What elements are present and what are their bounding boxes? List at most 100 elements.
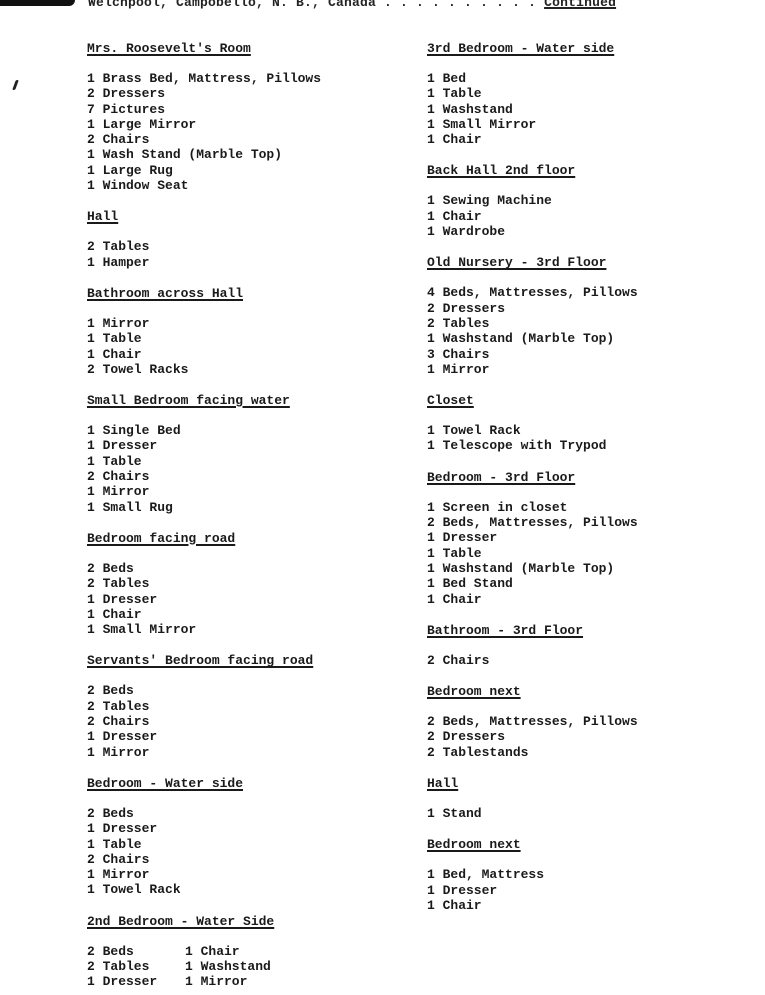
- inventory-item: 1 Dresser: [87, 438, 158, 454]
- inventory-item: 2 Beds, Mattresses, Pillows: [427, 515, 638, 531]
- item-list: 1 Screen in closet 2 Beds, Mattresses, Pi…: [427, 500, 757, 607]
- item-list: 1 Bed, Mattress 1 Dresser 1 Chair: [427, 867, 757, 913]
- item-list: 1 Mirror 1 Table 1 Chair 2 Towel Racks: [87, 316, 417, 377]
- inventory-item: 1 Table: [427, 86, 482, 102]
- margin-mark: [12, 80, 19, 90]
- room-section-hall: Hall 2 Tables 1 Hamper: [87, 209, 417, 270]
- room-section-mrs-roosevelt-s-room: Mrs. Roosevelt's Room 1 Brass Bed, Mattre…: [87, 41, 417, 193]
- inventory-item: 1 Telescope with Trypod: [427, 438, 607, 454]
- inventory-item: 1 Wash Stand (Marble Top): [87, 147, 283, 163]
- room-title: Bedroom facing road: [87, 530, 236, 546]
- inventory-item: 1 Washstand: [185, 958, 271, 974]
- item-list: 4 Beds, Mattresses, Pillows 2 Dressers 2 T…: [427, 285, 757, 377]
- inventory-item: 1 Chair: [427, 208, 482, 224]
- inventory-item: 2 Beds: [87, 805, 134, 821]
- inventory-item: 2 Beds: [87, 560, 134, 576]
- inventory-item: 1 Washstand (Marble Top): [427, 331, 615, 347]
- item-list: 2 Beds, Mattresses, Pillows 2 Dressers 2 T…: [427, 714, 757, 760]
- inventory-item: 1 Table: [87, 836, 142, 852]
- inventory-item: 1 Towel Rack: [87, 882, 181, 898]
- item-list: 2 Beds 1 Dresser 1 Table 2 Chairs 1 Mirror 1 …: [87, 806, 417, 898]
- inventory-item: 2 Chairs: [87, 714, 150, 730]
- inventory-item: 1 Table: [87, 331, 142, 347]
- room-title: Servants' Bedroom facing road: [87, 653, 314, 669]
- room-section-bedroom-facing-road: Bedroom facing road 2 Beds 2 Tables 1 Dress…: [87, 531, 417, 637]
- inventory-item: 2 Chairs: [427, 652, 490, 668]
- item-list: 1 Sewing Machine 1 Chair 1 Wardrobe: [427, 193, 757, 239]
- room-title: Mrs. Roosevelt's Room: [87, 41, 251, 56]
- room-section-servants-bedroom-facing-road: Servants' Bedroom facing road 2 Beds 2 Tab…: [87, 653, 417, 759]
- room-section-back-hall-2nd-floor: Back Hall 2nd floor 1 Sewing Machine 1 Cha…: [427, 163, 757, 239]
- inventory-item: 1 Bed, Mattress: [427, 867, 545, 883]
- inventory-item: 1 Table: [87, 453, 142, 469]
- inventory-item: 1 Chair: [427, 132, 482, 148]
- inventory-item: 2 Tablestands: [427, 744, 529, 760]
- inventory-item: 4 Beds, Mattresses, Pillows: [427, 285, 638, 301]
- room-title: Closet: [427, 393, 474, 409]
- inventory-item: 2 Dressers: [427, 300, 506, 316]
- item-list: 2 Beds 2 Tables 1 Dresser: [87, 944, 185, 990]
- inventory-item: 1 Small Mirror: [87, 622, 197, 638]
- inventory-item: 1 Table: [427, 545, 482, 561]
- room-section-bedroom-water-side: Bedroom - Water side 2 Beds 1 Dresser 1 Tab…: [87, 776, 417, 898]
- inventory-item: 1 Bed: [427, 71, 467, 86]
- inventory-item: 1 Mirror: [427, 361, 490, 377]
- item-list: 2 Beds 2 Tables 1 Dresser 1 Chair 1 Small Mi…: [87, 561, 417, 637]
- item-list: 2 Beds 2 Tables 2 Chairs 1 Dresser 1 Mirror: [87, 683, 417, 759]
- header-leader: . . . . . . . . . .: [376, 0, 545, 10]
- inventory-item: 1 Wardrobe: [427, 224, 506, 240]
- room-section-small-bedroom-facing-water: Small Bedroom facing water 1 Single Bed 1 …: [87, 393, 417, 515]
- inventory-item: 1 Washstand: [427, 101, 513, 117]
- room-section-bathroom-3rd-floor: Bathroom - 3rd Floor 2 Chairs: [427, 623, 757, 668]
- room-title: 3rd Bedroom - Water side: [427, 41, 615, 56]
- inventory-item: 1 Brass Bed, Mattress, Pillows: [87, 71, 322, 86]
- item-list: 2 Chairs: [427, 653, 757, 668]
- inventory-item: 2 Chairs: [87, 469, 150, 485]
- inventory-item: 3 Chairs: [427, 346, 490, 362]
- inventory-item: 2 Dressers: [87, 86, 166, 102]
- room-title: Bedroom - Water side: [87, 775, 244, 791]
- room-section-2nd-bedroom-water-side: 2nd Bedroom - Water Side 2 Beds 2 Tables 1 …: [87, 914, 417, 990]
- item-list: 1 Single Bed 1 Dresser 1 Table 2 Chairs 1 Mi…: [87, 423, 417, 515]
- room-section-closet: Closet 1 Towel Rack 1 Telescope with Trypo…: [427, 393, 757, 454]
- header-location: Welchpool, Campobello, N. B., Canada: [88, 0, 377, 10]
- room-section-3rd-bedroom-water-side: 3rd Bedroom - Water side 1 Bed 1 Table 1 Wa…: [427, 41, 757, 147]
- room-title: Bedroom next: [427, 684, 521, 700]
- right-column: 3rd Bedroom - Water side 1 Bed 1 Table 1 Wa…: [427, 41, 757, 913]
- inventory-item: 1 Chair: [87, 346, 142, 362]
- room-title: Bathroom - 3rd Floor: [427, 622, 584, 638]
- inventory-item: 2 Beds: [87, 943, 134, 959]
- inventory-item: 1 Small Mirror: [427, 116, 537, 132]
- room-title: Bedroom next: [427, 837, 521, 853]
- inventory-item: 2 Tables: [427, 315, 490, 331]
- inventory-item: 1 Mirror: [87, 867, 150, 883]
- inventory-item: 1 Window Seat: [87, 178, 189, 194]
- inventory-item: 1 Chair: [185, 943, 240, 959]
- left-column: Mrs. Roosevelt's Room 1 Brass Bed, Mattre…: [87, 41, 417, 990]
- inventory-item: 1 Dresser: [427, 530, 498, 546]
- ink-blot: [0, 0, 75, 6]
- inventory-item: 2 Towel Racks: [87, 361, 189, 377]
- room-title: Small Bedroom facing water: [87, 393, 290, 409]
- room-title: 2nd Bedroom - Water Side: [87, 913, 275, 929]
- inventory-item: 1 Hamper: [87, 254, 150, 270]
- inventory-item: 1 Single Bed: [87, 423, 181, 439]
- inventory-item: 1 Towel Rack: [427, 423, 521, 439]
- inventory-item: 1 Dresser: [427, 882, 498, 898]
- inventory-item: 2 Tables: [87, 239, 150, 255]
- inventory-item: 1 Dresser: [87, 591, 158, 607]
- inventory-item: 1 Mirror: [185, 974, 248, 990]
- inventory-item: 2 Tables: [87, 576, 150, 592]
- inventory-item: 2 Beds, Mattresses, Pillows: [427, 714, 638, 730]
- page-header: Welchpool, Campobello, N. B., Canada . .…: [88, 0, 616, 10]
- inventory-item: 1 Screen in closet: [427, 499, 568, 515]
